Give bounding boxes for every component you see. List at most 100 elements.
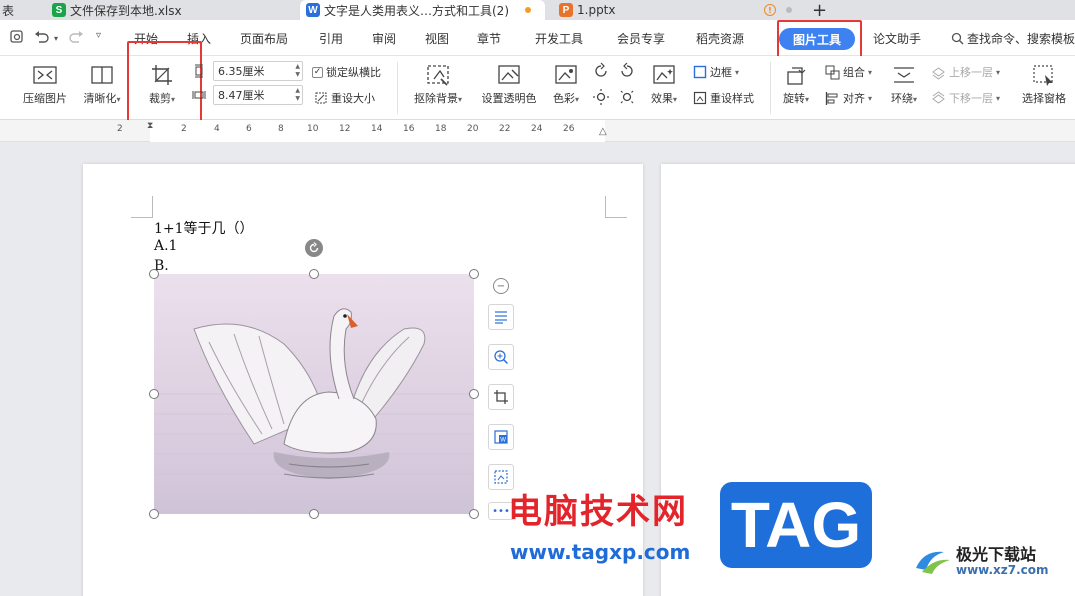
unsaved-dot-icon bbox=[525, 7, 531, 13]
menu-sections[interactable]: 章节 bbox=[477, 30, 501, 47]
right-indent-marker-icon[interactable]: △ bbox=[599, 126, 607, 137]
document-icon: W bbox=[306, 3, 320, 17]
tab-pptx[interactable]: P 1.pptx ! bbox=[553, 0, 798, 20]
resize-handle-bottom-right[interactable] bbox=[469, 509, 479, 519]
presentation-icon: P bbox=[559, 3, 573, 17]
remove-background-side-icon bbox=[494, 470, 508, 484]
sharpen-button[interactable]: 清晰化▾ bbox=[78, 60, 126, 106]
menu-docer[interactable]: 稻壳资源 bbox=[696, 30, 744, 47]
svg-text:W: W bbox=[500, 438, 506, 444]
checkbox-checked-icon: ✓ bbox=[312, 66, 323, 78]
border-button[interactable]: 边框 ▾ bbox=[693, 64, 739, 80]
menu-developer[interactable]: 开发工具 bbox=[535, 30, 583, 47]
width-stepper-icon[interactable]: ▲ ▼ bbox=[295, 87, 300, 103]
layout-options-button[interactable] bbox=[488, 304, 514, 330]
transparent-color-icon bbox=[498, 65, 520, 84]
align-button[interactable]: 对齐 ▾ bbox=[825, 90, 872, 106]
resize-handle-bottom-left[interactable] bbox=[149, 509, 159, 519]
set-transparent-color-button[interactable]: 设置透明色 bbox=[478, 60, 540, 106]
height-icon bbox=[192, 64, 206, 81]
effects-button[interactable]: 效果▾ bbox=[646, 60, 682, 106]
color-button[interactable]: 色彩▾ bbox=[548, 60, 584, 106]
image-to-text-icon: W bbox=[494, 430, 508, 444]
width-input[interactable]: 8.47厘米 ▲ ▼ bbox=[213, 85, 303, 105]
watermark-site-name: 电脑技术网 bbox=[508, 492, 688, 532]
rotate-button[interactable]: 旋转▾ bbox=[778, 60, 814, 106]
document-tab-bar: 表 S 文件保存到本地.xlsx W 文字是人类用表义…方式和工具(2) P 1… bbox=[0, 0, 1075, 20]
aurora-logo-icon bbox=[916, 552, 950, 575]
send-backward-button[interactable]: 下移一层 ▾ bbox=[931, 90, 1000, 106]
tab-xlsx[interactable]: S 文件保存到本地.xlsx bbox=[46, 0, 286, 20]
undo-dropdown-icon[interactable]: ▾ bbox=[54, 34, 58, 43]
resize-handle-right[interactable] bbox=[469, 389, 479, 399]
crop-side-button[interactable] bbox=[488, 384, 514, 410]
crop-icon bbox=[152, 65, 172, 85]
lock-aspect-ratio-checkbox[interactable]: ✓ 锁定纵横比 bbox=[312, 64, 381, 80]
compress-picture-button[interactable]: 压缩图片 bbox=[20, 60, 70, 106]
menu-references[interactable]: 引用 bbox=[319, 30, 343, 47]
remove-background-button[interactable]: 抠除背景▾ bbox=[408, 60, 468, 106]
redo-icon[interactable] bbox=[68, 30, 84, 48]
sharpen-icon bbox=[91, 66, 113, 84]
crop-button[interactable]: 裁剪▾ bbox=[142, 60, 182, 106]
menu-page-layout[interactable]: 页面布局 bbox=[240, 30, 288, 47]
preview-icon[interactable] bbox=[10, 30, 24, 48]
customize-toolbar-icon[interactable]: ▿ bbox=[96, 30, 101, 41]
reset-size-button[interactable]: 重设大小 bbox=[314, 90, 375, 106]
text-wrap-button[interactable]: 环绕▾ bbox=[886, 60, 922, 106]
tab-partial[interactable]: 表 bbox=[0, 0, 36, 20]
menu-picture-tools[interactable]: 图片工具 bbox=[779, 28, 855, 50]
watermark-url: www.tagxp.com bbox=[510, 540, 691, 564]
reset-style-button[interactable]: 重设样式 bbox=[693, 90, 754, 106]
bring-forward-button[interactable]: 上移一层 ▾ bbox=[931, 64, 1000, 80]
remove-background-icon bbox=[427, 65, 449, 86]
selection-pane-icon bbox=[1033, 65, 1053, 86]
menu-insert[interactable]: 插入 bbox=[187, 30, 211, 47]
resize-handle-left[interactable] bbox=[149, 389, 159, 399]
group-button[interactable]: 组合 ▾ bbox=[825, 64, 872, 80]
search-icon bbox=[951, 32, 964, 45]
collapse-toolbar-icon[interactable]: − bbox=[493, 278, 509, 294]
reset-size-icon bbox=[315, 92, 327, 104]
resize-handle-top-left[interactable] bbox=[149, 269, 159, 279]
color-icon bbox=[555, 65, 577, 84]
menu-review[interactable]: 审阅 bbox=[372, 30, 396, 47]
command-search[interactable]: 查找命令、搜索模板 bbox=[951, 30, 1075, 47]
tab-dot-icon bbox=[786, 7, 792, 13]
rotate-icon bbox=[787, 67, 806, 85]
indent-marker-icon[interactable]: ⧗ bbox=[147, 121, 153, 131]
effects-icon bbox=[653, 65, 675, 84]
menu-member[interactable]: 会员专享 bbox=[617, 30, 665, 47]
send-backward-icon bbox=[932, 90, 945, 104]
compress-picture-icon bbox=[33, 66, 57, 84]
align-icon bbox=[825, 91, 838, 105]
group-icon bbox=[825, 65, 840, 79]
selection-pane-button[interactable]: 选择窗格 bbox=[1016, 60, 1072, 106]
menu-home[interactable]: 开始 bbox=[134, 30, 158, 47]
brightness-down-icon[interactable] bbox=[618, 88, 636, 109]
option-a-text[interactable]: A.1 bbox=[154, 238, 177, 254]
swan-image[interactable] bbox=[154, 274, 474, 514]
new-tab-button[interactable]: + bbox=[806, 0, 830, 20]
horizontal-ruler[interactable]: ⧗ △ 2 2 4 6 8 10 12 14 16 18 20 22 24 26 bbox=[0, 120, 1075, 142]
picture-tools-ribbon: 压缩图片 清晰化▾ 裁剪▾ 6.35厘米 ▲ ▼ 8.47厘米 ▲ ▼ ✓ 锁定纵横… bbox=[0, 41, 1075, 123]
resize-handle-top[interactable] bbox=[309, 269, 319, 279]
resize-handle-top-right[interactable] bbox=[469, 269, 479, 279]
zoom-image-button[interactable] bbox=[488, 344, 514, 370]
warning-icon: ! bbox=[764, 4, 776, 16]
height-input[interactable]: 6.35厘米 ▲ ▼ bbox=[213, 61, 303, 81]
watermark-tag-logo: TAG bbox=[720, 482, 872, 568]
menu-view[interactable]: 视图 bbox=[425, 30, 449, 47]
question-text[interactable]: 1+1等于几（） bbox=[154, 218, 254, 238]
image-to-text-button[interactable]: W bbox=[488, 424, 514, 450]
undo-icon[interactable] bbox=[34, 30, 50, 48]
height-stepper-icon[interactable]: ▲ ▼ bbox=[295, 63, 300, 79]
brightness-up-icon[interactable] bbox=[592, 88, 610, 109]
resize-handle-bottom[interactable] bbox=[309, 509, 319, 519]
rotate-right-small-icon[interactable] bbox=[618, 62, 636, 83]
rotate-handle-icon[interactable] bbox=[305, 239, 323, 257]
bring-forward-icon bbox=[932, 66, 945, 80]
rotate-left-small-icon[interactable] bbox=[592, 62, 610, 83]
tab-docx-active[interactable]: W 文字是人类用表义…方式和工具(2) bbox=[300, 0, 545, 20]
menu-thesis-assistant[interactable]: 论文助手 bbox=[873, 30, 921, 47]
